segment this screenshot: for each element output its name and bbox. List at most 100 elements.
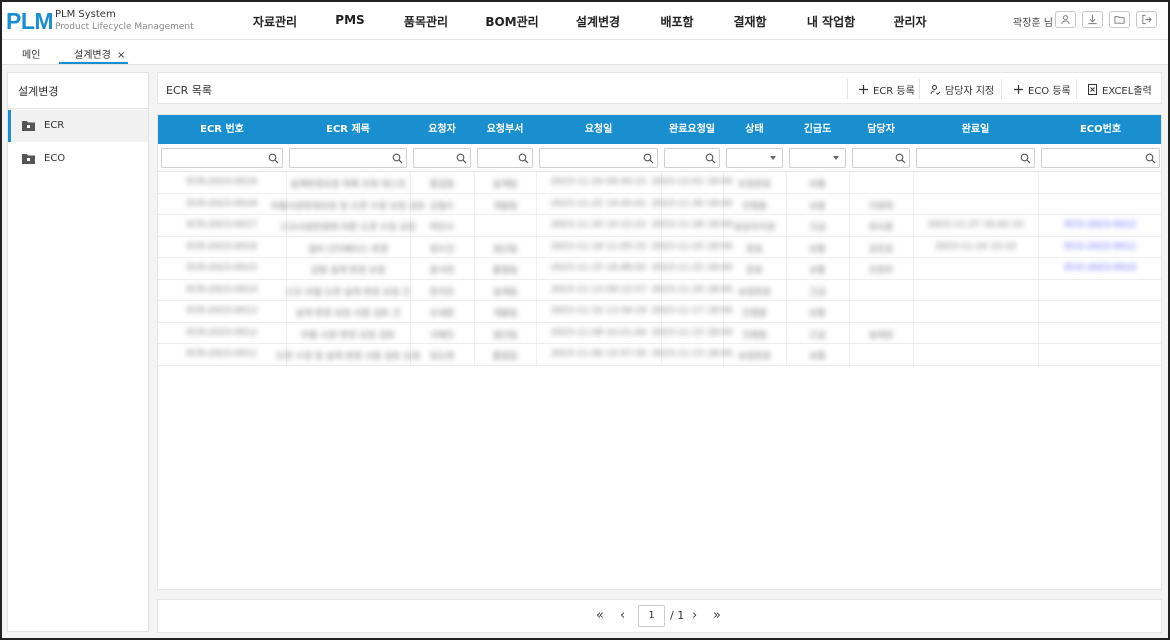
cell-value[interactable]: ECO-2023-0010 — [1065, 263, 1137, 273]
sidebar-item-eco[interactable]: ECO — [11, 143, 151, 175]
cell-value: 진행중 — [742, 201, 767, 212]
column-filter-input[interactable] — [477, 148, 533, 168]
cell-value: 개발팀 — [492, 201, 518, 212]
cell-value[interactable]: ECO-2023-0012 — [1065, 220, 1137, 230]
cell-value: 부품 사양 변경 요청 검토 — [300, 330, 396, 341]
cell-value: 신규사양반영에 따른 도면 수정 요청 — [280, 223, 416, 233]
table-row[interactable]: ECR-2023-0017 신규사양반영에 따른 도면 수정 요청 박민수 2023-… — [158, 215, 1161, 237]
column-filter-select[interactable] — [789, 148, 846, 168]
column-header[interactable]: ECO번호 — [1038, 115, 1161, 144]
excel-export-label: EXCEL출력 — [1102, 85, 1152, 97]
excel-export-button[interactable]: EXCEL출력 — [1087, 73, 1152, 105]
logout-button[interactable] — [1136, 11, 1157, 28]
table-cell: 조현우 — [849, 258, 913, 279]
cell-value: 보통 — [809, 244, 826, 255]
table-row[interactable]: ECR-2023-0019 설계변경요청 목록 조회 테스트 홍길동 설계팀 2023-… — [158, 172, 1161, 194]
table-cell: 2023-11-08 10:21:44 — [536, 323, 661, 344]
column-filter-input[interactable] — [664, 148, 720, 168]
table-row[interactable]: ECR-2023-0014 신규 모델 도면 설계 변경 요청 건 한지민 설계팀 20… — [158, 280, 1161, 301]
column-header[interactable]: 긴급도 — [786, 115, 849, 144]
column-header[interactable]: ECR 제목 — [286, 115, 410, 144]
table-row[interactable]: ECR-2023-0016 설비 인터페이스 변경 정수진 생산팀 2023-11-18… — [158, 237, 1161, 258]
column-header[interactable]: 요청자 — [410, 115, 474, 144]
table-cell: 설비 인터페이스 변경 — [286, 237, 410, 258]
column-header[interactable]: 상태 — [723, 115, 786, 144]
tab-close-icon[interactable]: × — [117, 50, 125, 61]
sidebar-item-ecr[interactable]: ECR — [8, 110, 148, 142]
column-filter-input[interactable] — [289, 148, 407, 168]
cell-value[interactable]: ECO-2023-0011 — [1065, 242, 1137, 252]
cell-value: 긴급 — [809, 330, 826, 341]
eco-register-button[interactable]: ECO 등록 — [1013, 73, 1071, 105]
folder-icon — [1114, 16, 1125, 24]
table-row[interactable]: ECR-2023-0018 부품사양변경요청 및 도면 수정 요청 검토 김철수 개발… — [158, 194, 1161, 215]
table-cell: 2023-11-13 09:12:57 — [536, 280, 661, 301]
table-cell: 개발팀 — [474, 194, 536, 215]
cell-value: 2023-11-30 18:00 — [651, 198, 733, 209]
column-filter-input[interactable] — [1041, 148, 1160, 168]
table-cell: 강민호 — [849, 237, 913, 258]
column-filter-input[interactable] — [852, 148, 910, 168]
column-filter-input[interactable] — [161, 148, 283, 168]
page-title: ECR 목록 — [166, 84, 213, 97]
table-row[interactable]: ECR-2023-0013 설계 변경 요청 사항 검토 건 오세훈 개발팀 2023-… — [158, 301, 1161, 323]
table-cell: 2023-11-25 18:00 — [651, 237, 732, 258]
table-cell: 보통 — [786, 172, 849, 193]
page-total: / 1 — [670, 609, 685, 622]
cell-value: 보통 — [809, 352, 826, 362]
table-cell: 2023-11-24 15:10 — [913, 237, 1038, 258]
table-row[interactable]: ECR-2023-0012 부품 사양 변경 요청 검토 서예진 생산팀 2023-11… — [158, 323, 1161, 344]
column-header[interactable]: 담당자 — [849, 115, 913, 144]
cell-value: ECR-2023-0015 — [186, 263, 258, 273]
download-button[interactable] — [1082, 11, 1103, 28]
table-row[interactable]: ECR-2023-0011 도면 수정 및 설계 변경 사항 검토 요청 임도현 품질… — [158, 344, 1161, 366]
cell-value: 한지민 — [429, 287, 455, 298]
download-icon — [1088, 14, 1097, 25]
user-profile-button[interactable] — [1055, 11, 1076, 28]
plm-logo[interactable]: PLM — [6, 8, 54, 35]
table-cell: 2023-11-27 16:42:10 — [913, 215, 1038, 236]
ecr-register-button[interactable]: ECR 등록 — [858, 73, 915, 105]
last-page-button[interactable]: » — [713, 608, 721, 623]
cell-value: 생산팀 — [492, 330, 518, 341]
first-page-button[interactable]: « — [596, 608, 604, 623]
table-cell: 2023-11-10 13:34:19 — [536, 301, 661, 322]
cell-value: 요청완료 — [737, 180, 772, 190]
column-filter-input[interactable] — [916, 148, 1035, 168]
folder-button[interactable] — [1109, 11, 1130, 28]
nav-item-admin[interactable]: 관리자 — [893, 13, 926, 30]
nav-item-pms[interactable]: PMS — [335, 13, 364, 27]
nav-item-item-management[interactable]: 품목관리 — [404, 13, 448, 30]
column-filter-input[interactable] — [539, 148, 658, 168]
column-header[interactable]: 요청일 — [536, 115, 661, 144]
prev-page-button[interactable]: ‹ — [620, 608, 625, 623]
cell-value: 2023-11-22 14:20:41 — [550, 198, 647, 209]
next-page-button[interactable]: › — [692, 608, 697, 623]
nav-item-my-tasks[interactable]: 내 작업함 — [807, 13, 855, 30]
column-header[interactable]: 완료요청일 — [661, 115, 723, 144]
table-cell: 품질팀 — [474, 344, 536, 365]
column-header[interactable]: ECR 번호 — [158, 115, 286, 144]
column-filter-input[interactable] — [413, 148, 471, 168]
table-cell: ECR-2023-0016 — [158, 237, 286, 258]
column-filter-select[interactable] — [726, 148, 783, 168]
nav-item-data-management[interactable]: 자료관리 — [253, 13, 297, 30]
table-cell: 2023-11-20 10:15:22 — [536, 215, 661, 236]
assign-manager-button[interactable]: 담당자 지정 — [930, 73, 994, 105]
nav-item-design-change[interactable]: 설계변경 — [576, 13, 620, 30]
column-header[interactable]: 요청부서 — [474, 115, 536, 144]
cell-value: 설비 인터페이스 변경 — [307, 244, 389, 255]
cell-value: 진행중 — [742, 330, 767, 341]
table-cell — [913, 344, 1038, 365]
cell-value: ECR-2023-0017 — [186, 220, 258, 230]
nav-item-approval[interactable]: 결재함 — [733, 13, 766, 30]
tab-main[interactable]: 메인 — [22, 46, 40, 61]
table-cell: 보통 — [786, 301, 849, 322]
nav-item-distribution[interactable]: 배포함 — [660, 13, 693, 30]
nav-item-bom-management[interactable]: BOM관리 — [485, 13, 538, 30]
tab-design-change[interactable]: 설계변경 × — [74, 46, 125, 61]
logo-subtitle: Product Lifecycle Management — [55, 22, 194, 32]
table-row[interactable]: ECR-2023-0015 금형 설계 변경 요청 윤서연 품질팀 2023-11-15… — [158, 258, 1161, 280]
column-header[interactable]: 완료일 — [913, 115, 1038, 144]
page-number-input[interactable]: 1 — [638, 605, 665, 627]
